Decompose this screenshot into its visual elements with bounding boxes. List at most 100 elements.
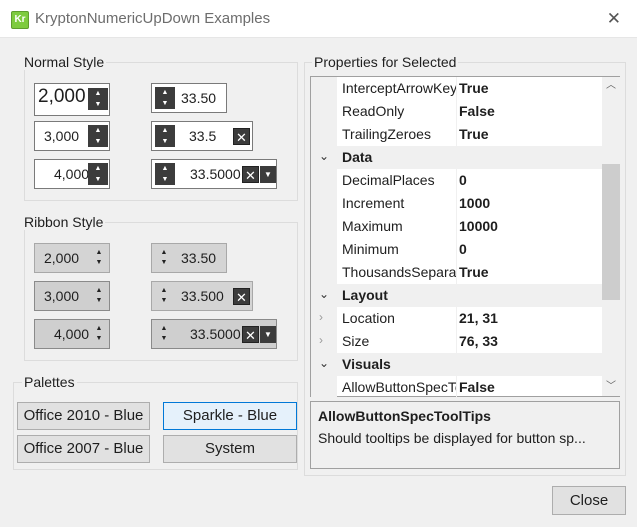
expand-icon[interactable]: ⌄: [319, 356, 329, 370]
property-value[interactable]: 1000: [459, 195, 490, 211]
category-row-visuals[interactable]: ⌄ Visuals: [311, 353, 602, 376]
palette-office2007-blue-button[interactable]: Office 2007 - Blue: [17, 435, 150, 463]
normal-numeric-updown-2[interactable]: 3,000 ▲ ▼: [34, 121, 110, 151]
spin-up-icon[interactable]: ▲: [92, 248, 106, 258]
normal-numeric-updown-3[interactable]: 4,000 ▲ ▼: [34, 159, 110, 189]
spin-buttons[interactable]: ▲ ▼: [92, 324, 106, 344]
expand-icon[interactable]: ⌄: [319, 287, 329, 301]
spin-up-icon[interactable]: ▲: [155, 163, 175, 174]
category-row-layout[interactable]: ⌄ Layout: [311, 284, 602, 307]
property-value[interactable]: 0: [459, 241, 467, 257]
numeric-value: 33.5000: [190, 326, 241, 342]
scroll-up-icon[interactable]: ︿: [602, 77, 620, 95]
spin-buttons[interactable]: ▲ ▼: [157, 248, 171, 268]
property-value[interactable]: False: [459, 379, 495, 395]
property-value[interactable]: False: [459, 103, 495, 119]
property-value[interactable]: 21, 31: [459, 310, 498, 326]
spin-buttons[interactable]: ▲ ▼: [88, 163, 108, 185]
spin-buttons[interactable]: ▲ ▼: [88, 88, 108, 110]
spin-up-icon[interactable]: ▲: [157, 324, 171, 334]
spin-up-icon[interactable]: ▲: [92, 324, 106, 334]
scroll-down-icon[interactable]: ﹀: [602, 378, 620, 396]
spin-down-icon[interactable]: ▼: [157, 334, 171, 344]
property-row[interactable]: InterceptArrowKeys True: [311, 77, 602, 100]
ribbon-numeric-updown-2[interactable]: 3,000 ▲ ▼: [34, 281, 110, 311]
normal-numeric-updown-1[interactable]: 2,000 ▲ ▼: [34, 83, 110, 116]
property-value[interactable]: True: [459, 80, 489, 96]
palette-office2010-blue-button[interactable]: Office 2010 - Blue: [17, 402, 150, 430]
spin-buttons[interactable]: ▲ ▼: [155, 87, 175, 109]
normal-numeric-updown-5[interactable]: ▲ ▼ 33.5 ✕: [151, 121, 253, 151]
window-close-icon[interactable]: ✕: [607, 9, 621, 29]
spin-down-icon[interactable]: ▼: [92, 296, 106, 306]
clear-icon[interactable]: ✕: [233, 128, 250, 145]
ribbon-numeric-updown-6[interactable]: ▲ ▼ 33.5000 ✕ ▼: [151, 319, 277, 349]
spin-down-icon[interactable]: ▼: [155, 98, 175, 109]
spin-down-icon[interactable]: ▼: [92, 334, 106, 344]
spin-down-icon[interactable]: ▼: [155, 136, 175, 147]
spin-buttons[interactable]: ▲ ▼: [155, 163, 175, 185]
ribbon-numeric-updown-4[interactable]: ▲ ▼ 33.50: [151, 243, 227, 273]
collapsed-icon[interactable]: ›: [319, 333, 323, 347]
spin-up-icon[interactable]: ▲: [157, 286, 171, 296]
spin-buttons[interactable]: ▲ ▼: [92, 248, 106, 268]
spin-down-icon[interactable]: ▼: [88, 99, 108, 110]
property-value[interactable]: True: [459, 264, 489, 280]
ribbon-numeric-updown-5[interactable]: ▲ ▼ 33.500 ✕: [151, 281, 253, 311]
property-row[interactable]: Minimum 0: [311, 238, 602, 261]
spin-up-icon[interactable]: ▲: [88, 163, 108, 174]
spin-up-icon[interactable]: ▲: [88, 125, 108, 136]
property-row[interactable]: DecimalPlaces 0: [311, 169, 602, 192]
property-row[interactable]: › Location 21, 31: [311, 307, 602, 330]
property-row[interactable]: TrailingZeroes True: [311, 123, 602, 146]
property-grid[interactable]: InterceptArrowKeys True ReadOnly False T…: [310, 76, 620, 399]
collapsed-icon[interactable]: ›: [319, 310, 323, 324]
numeric-value: 3,000: [44, 128, 80, 144]
palette-sparkle-blue-button[interactable]: Sparkle - Blue: [163, 402, 297, 430]
property-row[interactable]: › Size 76, 33: [311, 330, 602, 353]
palette-system-button[interactable]: System: [163, 435, 297, 463]
dropdown-icon[interactable]: ▼: [260, 166, 276, 183]
clear-icon[interactable]: ✕: [233, 288, 250, 305]
spin-down-icon[interactable]: ▼: [88, 174, 108, 185]
spin-buttons[interactable]: ▲ ▼: [88, 125, 108, 147]
spin-down-icon[interactable]: ▼: [155, 174, 175, 185]
property-row[interactable]: ReadOnly False: [311, 100, 602, 123]
dropdown-icon[interactable]: ▼: [260, 326, 276, 343]
property-name: AllowButtonSpecToolTips: [342, 379, 456, 395]
spin-buttons[interactable]: ▲ ▼: [157, 286, 171, 306]
property-row[interactable]: Increment 1000: [311, 192, 602, 215]
property-value[interactable]: 10000: [459, 218, 498, 234]
spin-down-icon[interactable]: ▼: [88, 136, 108, 147]
expand-icon[interactable]: ⌄: [319, 149, 329, 163]
category-row-data[interactable]: ⌄ Data: [311, 146, 602, 169]
property-value[interactable]: 0: [459, 172, 467, 188]
spin-buttons[interactable]: ▲ ▼: [92, 286, 106, 306]
spin-down-icon[interactable]: ▼: [92, 258, 106, 268]
spin-up-icon[interactable]: ▲: [88, 88, 108, 99]
spin-up-icon[interactable]: ▲: [92, 286, 106, 296]
property-value[interactable]: 76, 33: [459, 333, 498, 349]
property-row[interactable]: Maximum 10000: [311, 215, 602, 238]
property-name: Maximum: [342, 218, 403, 234]
spin-up-icon[interactable]: ▲: [155, 87, 175, 98]
clear-icon[interactable]: ✕: [242, 326, 259, 343]
close-button[interactable]: Close: [552, 486, 626, 515]
normal-numeric-updown-4[interactable]: ▲ ▼ 33.50: [151, 83, 227, 113]
spin-down-icon[interactable]: ▼: [157, 258, 171, 268]
ribbon-numeric-updown-1[interactable]: 2,000 ▲ ▼: [34, 243, 110, 273]
ribbon-numeric-updown-3[interactable]: 4,000 ▲ ▼: [34, 319, 110, 349]
spin-down-icon[interactable]: ▼: [157, 296, 171, 306]
spin-up-icon[interactable]: ▲: [155, 125, 175, 136]
scrollbar-thumb[interactable]: [602, 164, 620, 300]
property-name: Increment: [342, 195, 405, 211]
property-name: InterceptArrowKeys: [342, 80, 456, 96]
clear-icon[interactable]: ✕: [242, 166, 259, 183]
property-value[interactable]: True: [459, 126, 489, 142]
normal-numeric-updown-6[interactable]: ▲ ▼ 33.5000 ✕ ▼: [151, 159, 277, 189]
spin-up-icon[interactable]: ▲: [157, 248, 171, 258]
property-row[interactable]: ThousandsSeparator True: [311, 261, 602, 284]
spin-buttons[interactable]: ▲ ▼: [155, 125, 175, 147]
spin-buttons[interactable]: ▲ ▼: [157, 324, 171, 344]
property-row[interactable]: AllowButtonSpecToolTips False: [311, 376, 602, 399]
